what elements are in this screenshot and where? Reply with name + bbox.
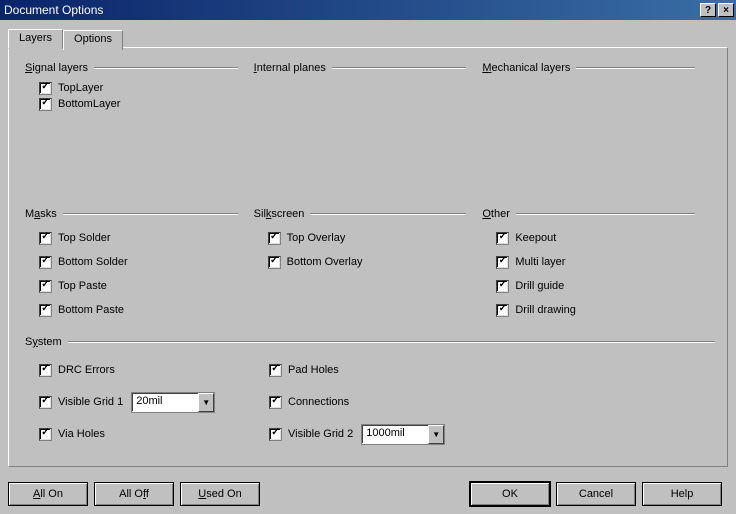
system-grid: DRC Errors Pad Holes Visible Grid 1 20mi…: [25, 354, 711, 450]
checkbox-multi-layer[interactable]: [496, 256, 509, 269]
signal-layers-group: Signal layers TopLayer BottomLayer: [25, 62, 254, 112]
label-drill-drawing: Drill drawing: [515, 304, 576, 316]
close-button[interactable]: ×: [718, 3, 734, 17]
label-multi-layer: Multi layer: [515, 256, 565, 268]
chevron-down-icon[interactable]: ▼: [198, 393, 214, 412]
checkbox-bottomlayer[interactable]: [39, 98, 52, 111]
help-button[interactable]: ?: [700, 3, 716, 17]
combo-grid-2[interactable]: 1000mil ▼: [361, 424, 445, 445]
used-on-button[interactable]: Used On: [180, 482, 260, 506]
label-pad-holes: Pad Holes: [288, 364, 339, 376]
checkbox-top-overlay[interactable]: [268, 232, 281, 245]
titlebar: Document Options ? ×: [0, 0, 736, 20]
other-group: Other Keepout Multi layer Drill guide Dr…: [482, 208, 711, 322]
tabstrip: Layers Options: [8, 28, 728, 48]
label-toplayer: TopLayer: [58, 82, 103, 94]
checkbox-keepout[interactable]: [496, 232, 509, 245]
combo-grid-1[interactable]: 20mil ▼: [131, 392, 215, 413]
label-visible-grid-2: Visible Grid 2: [288, 428, 353, 440]
checkbox-drill-drawing[interactable]: [496, 304, 509, 317]
mid-groups: Masks Top Solder Bottom Solder Top Paste…: [25, 208, 711, 322]
checkbox-visible-grid-1[interactable]: [39, 396, 52, 409]
top-groups: Signal layers TopLayer BottomLayer Inter…: [25, 62, 711, 112]
masks-group: Masks Top Solder Bottom Solder Top Paste…: [25, 208, 254, 322]
silkscreen-label: Silkscreen: [254, 208, 483, 220]
help-button-bottom[interactable]: Help: [642, 482, 722, 506]
spacer: [25, 112, 711, 208]
chevron-down-icon[interactable]: ▼: [428, 425, 444, 444]
combo-grid-2-value: 1000mil: [362, 425, 428, 444]
internal-planes-group: Internal planes: [254, 62, 483, 112]
checkbox-bottom-overlay[interactable]: [268, 256, 281, 269]
checkbox-pad-holes[interactable]: [269, 364, 282, 377]
label-top-solder: Top Solder: [58, 232, 111, 244]
tab-options[interactable]: Options: [63, 30, 123, 50]
label-bottomlayer: BottomLayer: [58, 98, 120, 110]
checkbox-top-paste[interactable]: [39, 280, 52, 293]
ok-button[interactable]: OK: [470, 482, 550, 506]
checkbox-top-solder[interactable]: [39, 232, 52, 245]
checkbox-toplayer[interactable]: [39, 82, 52, 95]
tab-panel: Signal layers TopLayer BottomLayer Inter…: [8, 47, 728, 467]
all-off-button[interactable]: All Off: [94, 482, 174, 506]
label-bottom-overlay: Bottom Overlay: [287, 256, 363, 268]
label-top-overlay: Top Overlay: [287, 232, 346, 244]
internal-planes-label: Internal planes: [254, 62, 483, 74]
label-bottom-paste: Bottom Paste: [58, 304, 124, 316]
label-keepout: Keepout: [515, 232, 556, 244]
window-title: Document Options: [4, 3, 698, 17]
label-visible-grid-1: Visible Grid 1: [58, 396, 123, 408]
label-top-paste: Top Paste: [58, 280, 107, 292]
label-drc-errors: DRC Errors: [58, 364, 115, 376]
tab-layers[interactable]: Layers: [8, 29, 63, 49]
masks-label: Masks: [25, 208, 254, 220]
checkbox-visible-grid-2[interactable]: [269, 428, 282, 441]
checkbox-bottomlayer-row: BottomLayer: [25, 96, 254, 112]
signal-layers-label: Signal layers: [25, 62, 254, 74]
system-group: System DRC Errors Pad Holes Visible Grid…: [25, 336, 711, 450]
mechanical-layers-label: Mechanical layers: [482, 62, 711, 74]
client-area: Layers Options Signal layers TopLayer Bo…: [0, 20, 736, 514]
mechanical-layers-group: Mechanical layers: [482, 62, 711, 112]
checkbox-drill-guide[interactable]: [496, 280, 509, 293]
system-label: System: [25, 336, 715, 348]
checkbox-bottom-solder[interactable]: [39, 256, 52, 269]
label-via-holes: Via Holes: [58, 428, 105, 440]
checkbox-bottom-paste[interactable]: [39, 304, 52, 317]
checkbox-via-holes[interactable]: [39, 428, 52, 441]
label-bottom-solder: Bottom Solder: [58, 256, 128, 268]
label-connections: Connections: [288, 396, 349, 408]
combo-grid-1-value: 20mil: [132, 393, 198, 412]
other-label: Other: [482, 208, 711, 220]
checkbox-toplayer-row: TopLayer: [25, 80, 254, 96]
button-row: All On All Off Used On OK Cancel Help: [8, 482, 728, 506]
label-drill-guide: Drill guide: [515, 280, 564, 292]
checkbox-connections[interactable]: [269, 396, 282, 409]
cancel-button[interactable]: Cancel: [556, 482, 636, 506]
all-on-button[interactable]: All On: [8, 482, 88, 506]
checkbox-drc-errors[interactable]: [39, 364, 52, 377]
silkscreen-group: Silkscreen Top Overlay Bottom Overlay: [254, 208, 483, 322]
